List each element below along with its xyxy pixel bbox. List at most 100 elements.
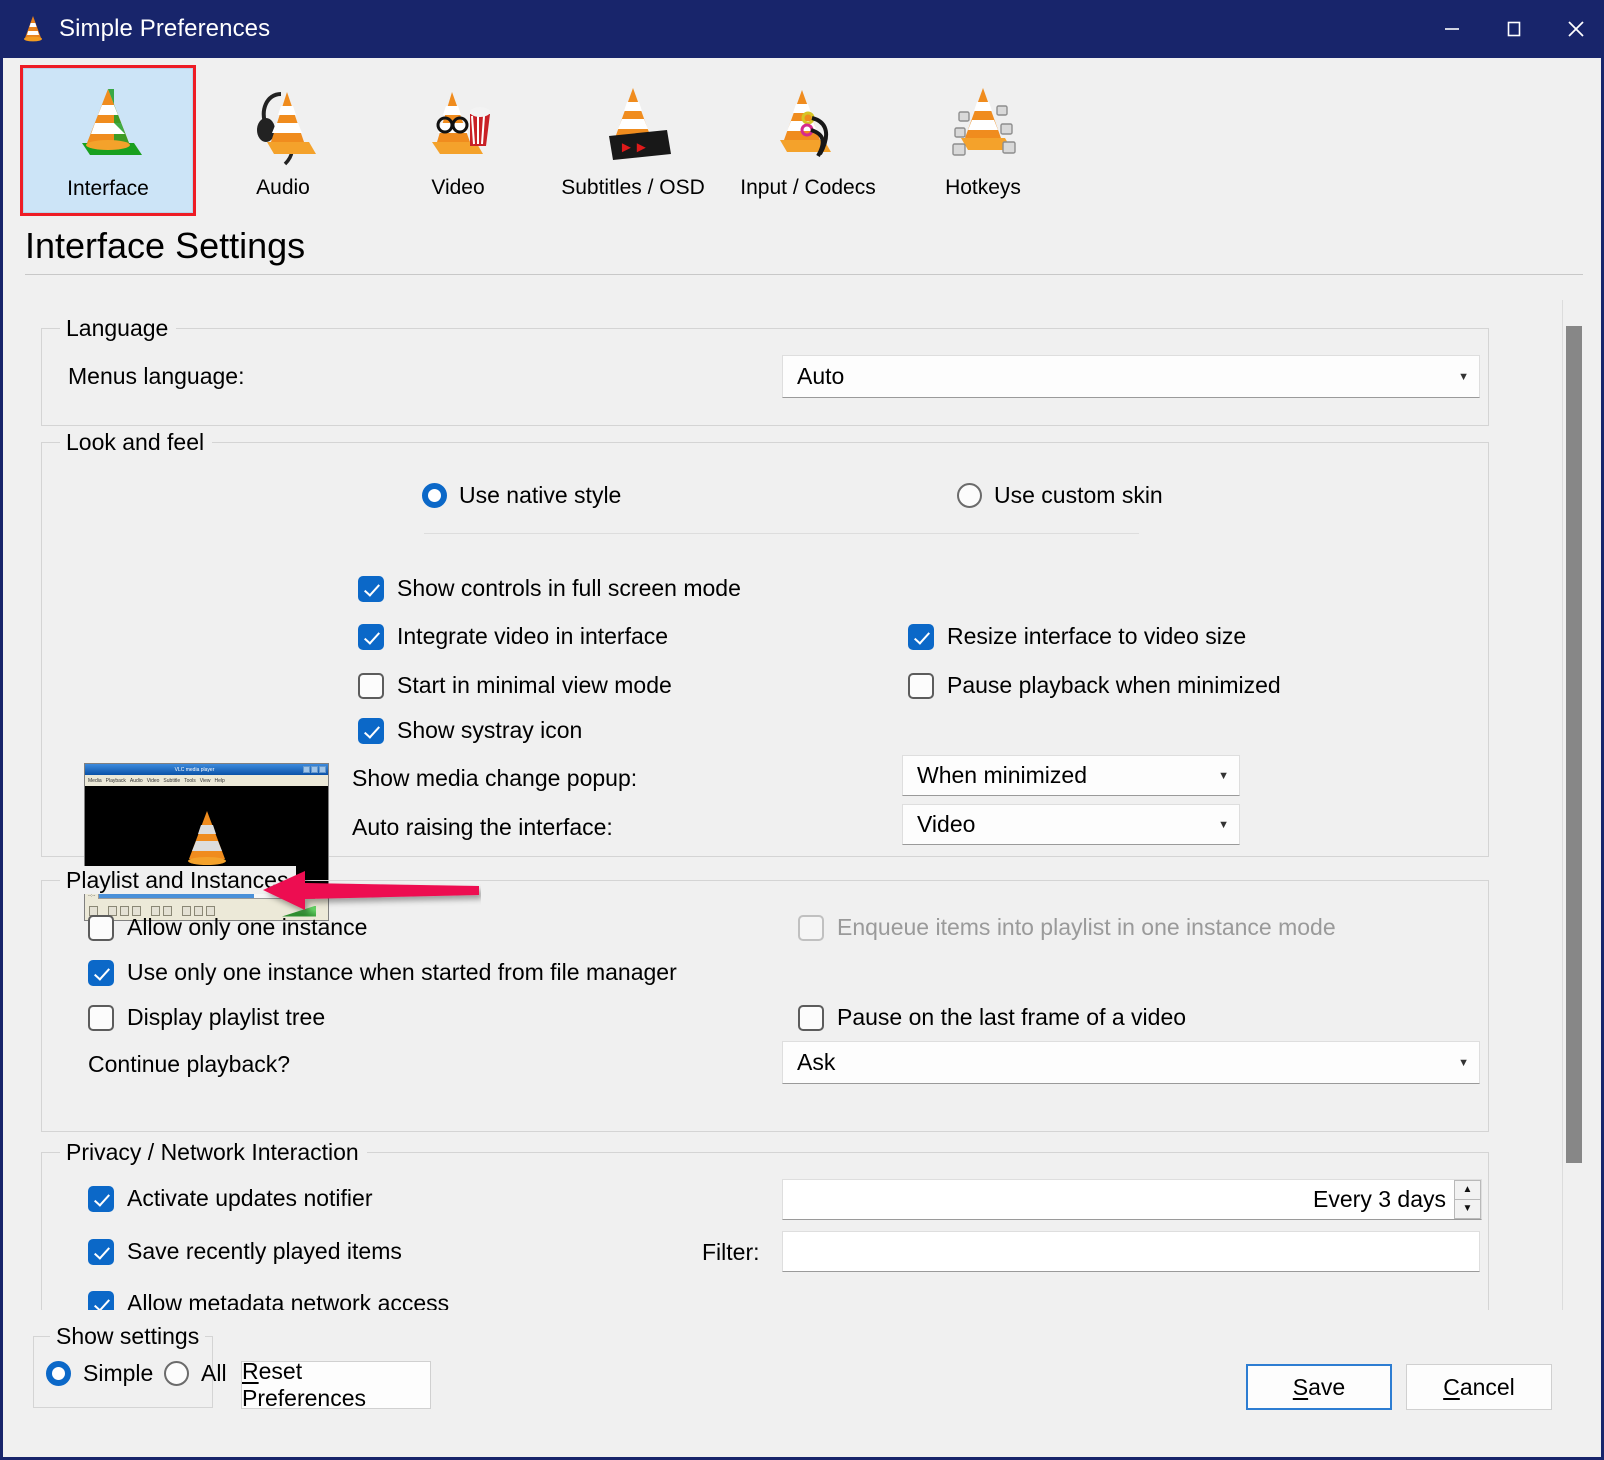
checkbox-activate-updates-notifier[interactable]: Activate updates notifier (88, 1185, 372, 1212)
checkbox-resize-interface-to-video[interactable]: Resize interface to video size (908, 623, 1246, 650)
checkbox-indicator (798, 1004, 824, 1031)
checkbox-label: Integrate video in interface (397, 623, 669, 649)
vertical-scrollbar-track[interactable] (1562, 300, 1583, 1310)
checkbox-allow-metadata-network-access[interactable]: Allow metadata network access (88, 1290, 449, 1310)
radio-indicator (422, 483, 447, 508)
checkbox-indicator (88, 1290, 114, 1310)
chevron-down-icon: ▼ (1458, 1057, 1469, 1069)
tab-hotkeys[interactable]: Hotkeys (898, 68, 1068, 213)
checkbox-indicator (88, 959, 114, 986)
window-titlebar: Simple Preferences (3, 0, 1601, 58)
cancel-mnemonic: C (1443, 1373, 1460, 1400)
radio-show-settings-all[interactable]: All (164, 1360, 227, 1387)
checkbox-label: Show systray icon (397, 717, 583, 743)
checkbox-start-minimal-view[interactable]: Start in minimal view mode (358, 672, 672, 699)
update-interval-spinbox[interactable]: Every 3 days ▲ ▼ (782, 1179, 1482, 1220)
playlist-group-legend: Playlist and Instances (60, 866, 297, 894)
category-toolbar: Interface Audio Video ►► Subtitles / OSD… (3, 58, 1601, 222)
radio-label: Simple (83, 1360, 154, 1386)
preview-menu-item: Media (88, 777, 102, 784)
preview-window-title: VLC media player (174, 766, 215, 773)
dialog-bottom-bar: Show settings Simple All Reset Preferenc… (3, 1318, 1601, 1454)
radio-use-custom-skin[interactable]: Use custom skin (957, 482, 1163, 509)
chevron-down-icon: ▼ (1218, 819, 1229, 831)
media-change-popup-combobox[interactable]: When minimized ▼ (902, 755, 1240, 796)
tab-label: Audio (256, 176, 310, 199)
vlc-film-icon (412, 68, 504, 172)
vlc-cone-icon (19, 14, 47, 44)
vlc-cables-icon (762, 68, 854, 172)
chevron-down-icon: ▼ (1218, 770, 1229, 782)
checkbox-indicator (88, 914, 114, 941)
save-button[interactable]: Save (1246, 1364, 1392, 1410)
tab-input-codecs[interactable]: Input / Codecs (723, 68, 893, 213)
checkbox-label: Use only one instance when started from … (127, 959, 677, 985)
playlist-and-instances-group: Playlist and Instances Allow only one in… (41, 866, 1489, 1132)
filter-label: Filter: (702, 1239, 760, 1265)
checkbox-label: Show controls in full screen mode (397, 575, 741, 601)
spin-down-icon[interactable]: ▼ (1455, 1200, 1481, 1219)
checkbox-indicator (358, 672, 384, 699)
spinner-buttons: ▲ ▼ (1454, 1180, 1481, 1219)
checkbox-label: Allow only one instance (127, 914, 368, 940)
auto-raising-label: Auto raising the interface: (352, 814, 613, 840)
checkbox-save-recently-played[interactable]: Save recently played items (88, 1238, 402, 1265)
tab-audio[interactable]: Audio (198, 68, 368, 213)
checkbox-indicator (88, 1004, 114, 1031)
page-header: Interface Settings (25, 226, 1583, 275)
checkbox-label: Pause playback when minimized (947, 672, 1281, 698)
show-settings-legend: Show settings (50, 1322, 206, 1350)
checkbox-enqueue-items-one-instance[interactable]: Enqueue items into playlist in one insta… (798, 914, 1336, 941)
checkbox-allow-only-one-instance[interactable]: Allow only one instance (88, 914, 367, 941)
radio-use-native-style[interactable]: Use native style (422, 482, 621, 509)
menus-language-label: Menus language: (68, 363, 245, 389)
menus-language-combobox[interactable]: Auto ▼ (782, 355, 1480, 398)
tab-video[interactable]: Video (373, 68, 543, 213)
minimize-icon[interactable] (1421, 0, 1483, 58)
checkbox-display-playlist-tree[interactable]: Display playlist tree (88, 1004, 325, 1031)
preview-menu-item: Audio (129, 777, 143, 784)
tab-label: Video (431, 176, 485, 199)
radio-show-settings-simple[interactable]: Simple (46, 1360, 153, 1387)
cancel-label-rest: ancel (1459, 1373, 1515, 1400)
radio-label: Use native style (459, 482, 622, 508)
vlc-subtitles-icon: ►► (587, 68, 679, 172)
save-label-rest: ave (1308, 1373, 1346, 1400)
filter-input[interactable] (782, 1231, 1480, 1272)
tab-subtitles-osd[interactable]: ►► Subtitles / OSD (548, 68, 718, 213)
continue-playback-combobox[interactable]: Ask ▼ (782, 1041, 1480, 1084)
auto-raising-combobox[interactable]: Video ▼ (902, 804, 1240, 845)
window-title: Simple Preferences (59, 15, 271, 42)
chevron-down-icon: ▼ (1458, 371, 1469, 383)
vertical-scrollbar-thumb[interactable] (1566, 326, 1582, 1163)
tab-interface[interactable]: Interface (20, 65, 196, 216)
checkbox-show-systray-icon[interactable]: Show systray icon (358, 717, 582, 744)
cancel-button[interactable]: Cancel (1406, 1364, 1552, 1410)
reset-label-rest: eset Preferences (242, 1358, 367, 1411)
radio-indicator (46, 1361, 71, 1386)
preview-menu-item: Video (146, 777, 160, 784)
checkbox-pause-when-minimized[interactable]: Pause playback when minimized (908, 672, 1281, 699)
media-change-popup-value: When minimized (917, 762, 1087, 788)
checkbox-integrate-video[interactable]: Integrate video in interface (358, 623, 668, 650)
radio-indicator (164, 1361, 189, 1386)
spin-up-icon[interactable]: ▲ (1455, 1180, 1481, 1200)
checkbox-indicator (88, 1238, 114, 1265)
checkbox-indicator (358, 623, 384, 650)
close-icon[interactable] (1545, 0, 1601, 58)
preview-menubar: Media Playback Audio Video Subtitle Tool… (85, 775, 328, 786)
checkbox-show-controls-fullscreen[interactable]: Show controls in full screen mode (358, 575, 741, 602)
checkbox-label: Enqueue items into playlist in one insta… (837, 914, 1336, 940)
checkbox-pause-last-frame[interactable]: Pause on the last frame of a video (798, 1004, 1186, 1031)
show-settings-group: Show settings Simple All (33, 1322, 227, 1408)
privacy-group-legend: Privacy / Network Interaction (60, 1138, 367, 1166)
checkbox-indicator (88, 1185, 114, 1212)
checkbox-label: Activate updates notifier (127, 1185, 373, 1211)
maximize-icon[interactable] (1483, 0, 1545, 58)
checkbox-use-one-instance-file-manager[interactable]: Use only one instance when started from … (88, 959, 677, 986)
reset-preferences-button[interactable]: Reset Preferences (241, 1358, 431, 1411)
menus-language-value: Auto (797, 363, 845, 389)
preview-menu-item: Playback (105, 777, 126, 784)
language-group: Language Menus language: Auto ▼ (41, 314, 1489, 426)
page-title: Interface Settings (25, 225, 306, 266)
